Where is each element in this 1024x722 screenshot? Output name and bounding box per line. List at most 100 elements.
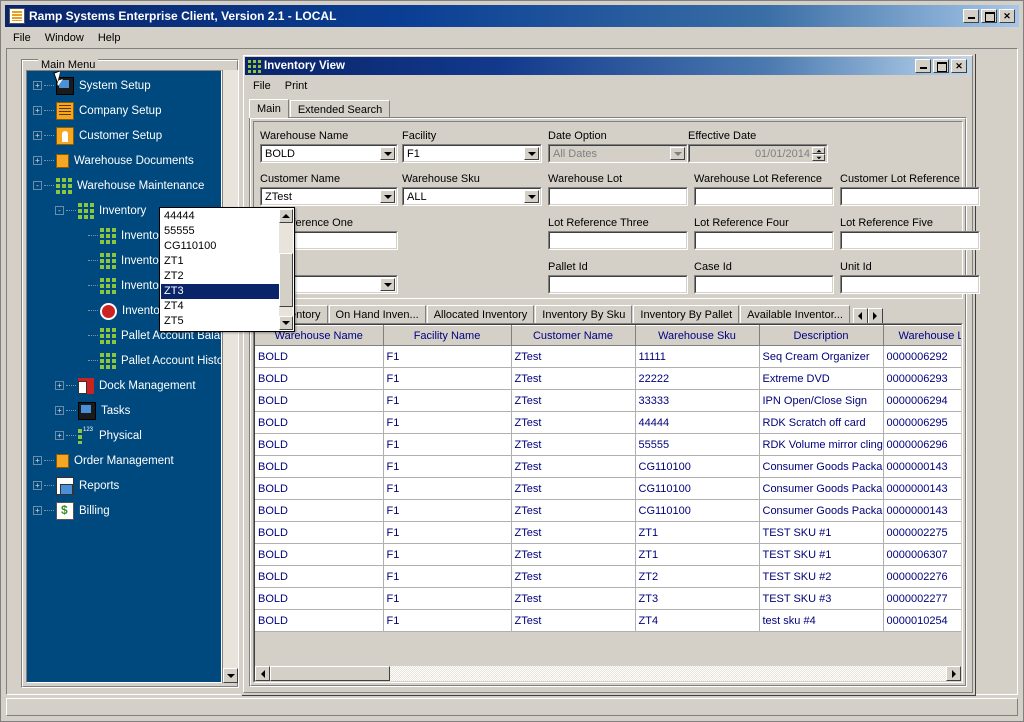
column-header[interactable]: Facility Name	[383, 326, 511, 346]
inventory-menu-print[interactable]: Print	[278, 78, 315, 94]
chevron-down-icon[interactable]	[380, 190, 395, 203]
tab-main[interactable]: Main	[249, 99, 289, 118]
tabs-scroll-left-button[interactable]	[853, 308, 868, 324]
lot-reference-five-input[interactable]	[840, 231, 980, 250]
table-row[interactable]: BOLDF1ZTestZT3TEST SKU #30000002277	[255, 588, 962, 610]
grid-scroll-thumb[interactable]	[270, 666, 390, 681]
dropdown-scroll-thumb[interactable]	[279, 253, 293, 307]
sidebar-item-company-setup[interactable]: +Company Setup	[27, 98, 221, 123]
spinner-up-button[interactable]	[812, 147, 825, 154]
grid-scroll-track[interactable]	[390, 666, 946, 681]
table-row[interactable]: BOLDF1ZTestZT1TEST SKU #10000006307	[255, 544, 962, 566]
date-option-combo[interactable]: All Dates	[548, 144, 688, 163]
dropdown-option[interactable]: ZT5	[161, 314, 279, 329]
scroll-down-button[interactable]	[223, 668, 238, 683]
dropdown-option[interactable]: ZT3	[161, 284, 279, 299]
inventory-results-grid[interactable]: Warehouse NameFacility NameCustomer Name…	[253, 323, 963, 683]
dropdown-option[interactable]: ZT2	[161, 269, 279, 284]
main-menu-tree[interactable]: +System Setup+Company Setup+Customer Set…	[26, 70, 222, 683]
dropdown-option[interactable]: ZT1	[161, 254, 279, 269]
menu-window[interactable]: Window	[38, 30, 91, 46]
sidebar-item-order-management[interactable]: +Order Management	[27, 448, 221, 473]
expand-toggle-icon[interactable]: +	[33, 506, 42, 515]
chevron-down-icon[interactable]	[380, 278, 395, 291]
menu-file[interactable]: File	[6, 30, 38, 46]
sidebar-item-billing[interactable]: +Billing	[27, 498, 221, 523]
close-button[interactable]: ✕	[999, 9, 1015, 23]
table-row[interactable]: BOLDF1ZTestCG110100Consumer Goods Packa.…	[255, 456, 962, 478]
sidebar-item-reports[interactable]: +Reports	[27, 473, 221, 498]
expand-toggle-icon[interactable]: +	[33, 481, 42, 490]
table-row[interactable]: BOLDF1ZTestZT2TEST SKU #20000002276	[255, 566, 962, 588]
grid-horizontal-scrollbar[interactable]	[255, 666, 961, 681]
grid-scroll-right-button[interactable]	[946, 666, 961, 681]
sidebar-item-physical[interactable]: +Physical	[27, 423, 221, 448]
expand-toggle-icon[interactable]: +	[55, 381, 64, 390]
sidebar-item-warehouse-documents[interactable]: +Warehouse Documents	[27, 148, 221, 173]
grid-scroll-left-button[interactable]	[255, 666, 270, 681]
effective-date-input[interactable]: 01/01/2014	[688, 144, 828, 163]
table-row[interactable]: BOLDF1ZTestCG110100Consumer Goods Packa.…	[255, 500, 962, 522]
dropdown-option[interactable]: 44444	[161, 209, 279, 224]
chevron-down-icon[interactable]	[670, 147, 685, 160]
spinner-down-button[interactable]	[812, 154, 825, 161]
inventory-menu-file[interactable]: File	[246, 78, 278, 94]
table-row[interactable]: BOLDF1ZTestZT1TEST SKU #10000002275	[255, 522, 962, 544]
expand-toggle-icon[interactable]: +	[55, 406, 64, 415]
chevron-down-icon[interactable]	[380, 147, 395, 160]
dropdown-scroll-down-button[interactable]	[279, 316, 293, 330]
inventory-maximize-button[interactable]	[933, 59, 949, 73]
maximize-button[interactable]	[981, 9, 997, 23]
sidebar-item-warehouse-maintenance[interactable]: -Warehouse Maintenance	[27, 173, 221, 198]
unit-id-input[interactable]	[840, 275, 980, 294]
inventory-minimize-button[interactable]	[915, 59, 931, 73]
date-spinner[interactable]	[812, 147, 825, 161]
pallet-id-input[interactable]	[548, 275, 688, 294]
warehouse-sku-combo[interactable]: ALL	[402, 187, 542, 206]
inventory-close-button[interactable]: ✕	[951, 59, 967, 73]
chevron-down-icon[interactable]	[524, 147, 539, 160]
sidebar-item-dock-management[interactable]: +Dock Management	[27, 373, 221, 398]
column-header[interactable]: Warehouse Sku	[635, 326, 759, 346]
expand-toggle-icon[interactable]: +	[33, 456, 42, 465]
lot-reference-three-input[interactable]	[548, 231, 688, 250]
warehouse-name-combo[interactable]: BOLD	[260, 144, 398, 163]
table-row[interactable]: BOLDF1ZTest33333IPN Open/Close Sign00000…	[255, 390, 962, 412]
sidebar-item-tasks[interactable]: +Tasks	[27, 398, 221, 423]
expand-toggle-icon[interactable]: +	[33, 106, 42, 115]
dropdown-option[interactable]: ZT4	[161, 299, 279, 314]
sidebar-item-pallet-account-history[interactable]: Pallet Account History	[27, 348, 221, 373]
warehouse-lot-input[interactable]	[548, 187, 688, 206]
menu-help[interactable]: Help	[91, 30, 128, 46]
dropdown-option[interactable]: 55555	[161, 224, 279, 239]
table-row[interactable]: BOLDF1ZTest22222Extreme DVD0000006293	[255, 368, 962, 390]
table-row[interactable]: BOLDF1ZTestZT4test sku #40000010254	[255, 610, 962, 632]
sidebar-item-customer-setup[interactable]: +Customer Setup	[27, 123, 221, 148]
results-tab-inventory-by-sku[interactable]: Inventory By Sku	[535, 305, 632, 324]
column-header[interactable]: Warehouse L	[883, 326, 962, 346]
expand-toggle-icon[interactable]: +	[33, 81, 42, 90]
table-row[interactable]: BOLDF1ZTest44444RDK Scratch off card0000…	[255, 412, 962, 434]
table-row[interactable]: BOLDF1ZTestCG110100Consumer Goods Packa.…	[255, 478, 962, 500]
column-header[interactable]: Customer Name	[511, 326, 635, 346]
dropdown-scrollbar[interactable]	[279, 209, 293, 330]
expand-toggle-icon[interactable]: +	[55, 431, 64, 440]
tab-extended-search[interactable]: Extended Search	[290, 100, 390, 118]
column-header[interactable]: Description	[759, 326, 883, 346]
warehouse-lot-reference-input[interactable]	[694, 187, 834, 206]
results-tab-inventory-by-pallet[interactable]: Inventory By Pallet	[633, 305, 739, 324]
customer-name-combo[interactable]: ZTest	[260, 187, 398, 206]
warehouse-sku-dropdown-list[interactable]: 4444455555CG110100ZT1ZT2ZT3ZT4ZT5	[159, 207, 295, 332]
chevron-down-icon[interactable]	[524, 190, 539, 203]
sidebar-scrollbar[interactable]	[222, 70, 238, 683]
results-tab-available-inventor-[interactable]: Available Inventor...	[740, 305, 850, 324]
dropdown-scroll-up-button[interactable]	[279, 209, 293, 223]
minimize-button[interactable]	[963, 9, 979, 23]
dropdown-option[interactable]: CG110100	[161, 239, 279, 254]
collapse-toggle-icon[interactable]: -	[33, 181, 42, 190]
results-tab-allocated-inventory[interactable]: Allocated Inventory	[427, 305, 535, 324]
table-row[interactable]: BOLDF1ZTest11111Seq Cream Organizer00000…	[255, 346, 962, 368]
table-row[interactable]: BOLDF1ZTest55555RDK Volume mirror cling0…	[255, 434, 962, 456]
lot-reference-four-input[interactable]	[694, 231, 834, 250]
facility-combo[interactable]: F1	[402, 144, 542, 163]
